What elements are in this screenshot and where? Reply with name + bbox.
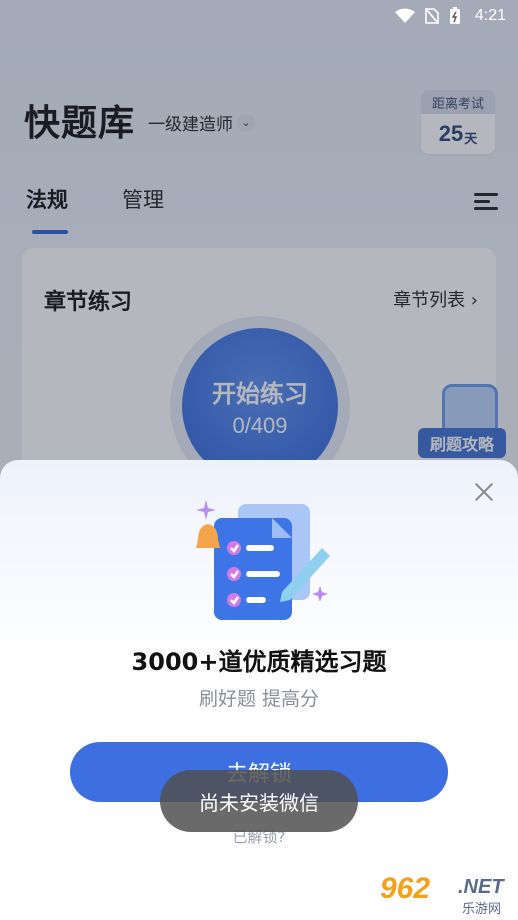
toast-message: 尚未安装微信 [160,770,358,832]
no-sim-icon [425,8,439,24]
wifi-icon [394,8,415,23]
battery-icon [449,7,460,24]
status-bar: 4:21 [0,0,518,32]
watermark-number: 962 [380,872,431,905]
close-icon[interactable] [472,480,496,504]
sheet-title: 3000+道优质精选习题 [131,648,387,676]
sheet-subtitle: 刷好题 提高分 [198,688,320,710]
status-time: 4:21 [474,7,506,24]
watermark-domain: .NET [458,876,504,898]
question-list-illustration-icon [196,500,330,620]
watermark-site: 乐游网 [462,902,502,917]
site-watermark-logo: 962 .NET 乐游网 [380,872,512,917]
